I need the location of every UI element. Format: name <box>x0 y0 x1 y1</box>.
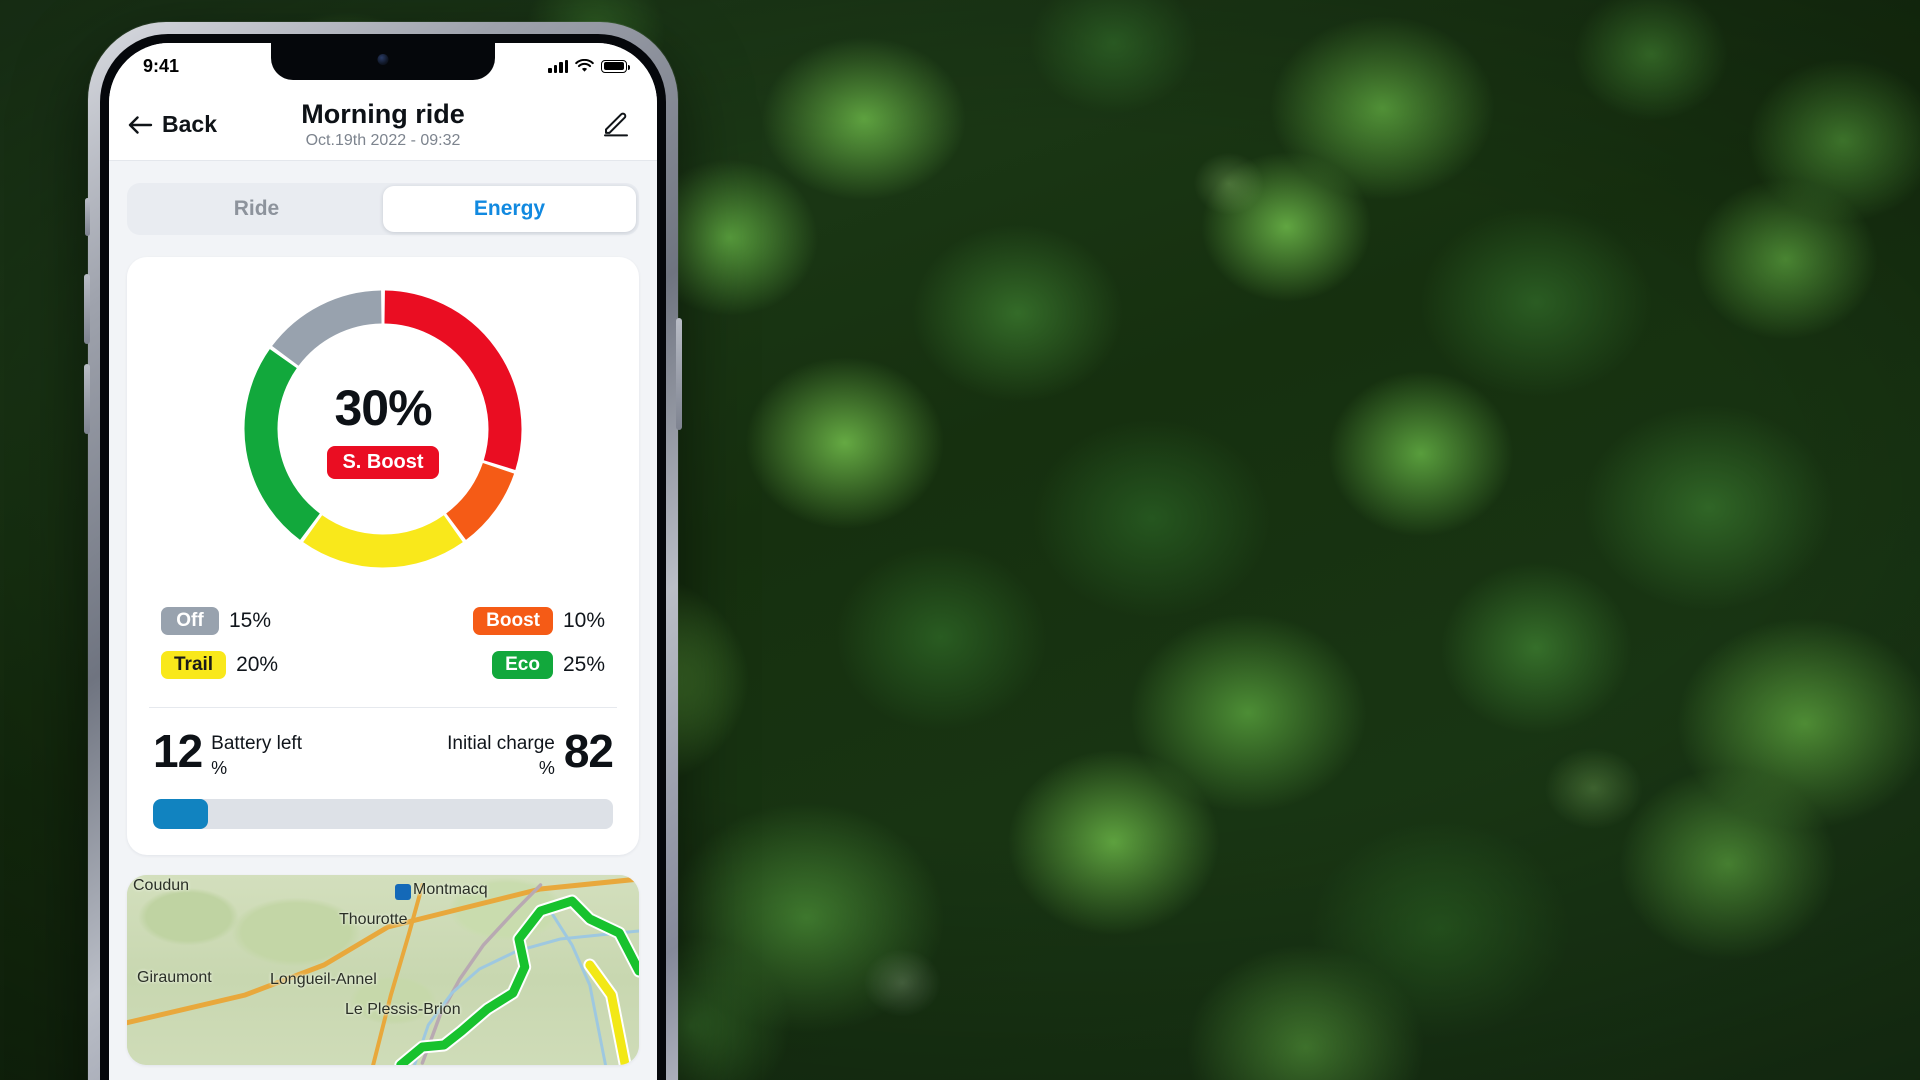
status-bar-indicators <box>548 59 630 73</box>
donut-chart-wrap: 30% S. Boost <box>127 273 639 581</box>
map-label-montmacq: Montmacq <box>413 880 488 898</box>
battery-initial-unit: % <box>538 757 555 778</box>
phone-volume-up-button[interactable] <box>84 274 90 344</box>
battery-icon <box>601 59 630 73</box>
wifi-icon <box>575 59 594 72</box>
back-button[interactable]: Back <box>127 111 217 138</box>
legend-chip-trail: Trail <box>161 651 227 679</box>
legend-chip-eco: Eco <box>492 651 553 679</box>
battery-initial-value: 82 <box>563 725 614 777</box>
pencil-edit-icon <box>604 112 628 137</box>
battery-initial-label: Initial charge <box>447 733 555 754</box>
battery-left-value: 12 <box>153 725 203 777</box>
phone-bezel: 9:41 Back Morning ride Oct.19th 2022 - 0… <box>100 34 666 1080</box>
back-button-label: Back <box>162 111 217 137</box>
map-label-thourotte: Thourotte <box>339 910 408 928</box>
navigation-bar: Back Morning ride Oct.19th 2022 - 09:32 <box>109 89 657 161</box>
legend-item-trail[interactable]: Trail 20% <box>161 651 383 679</box>
cellular-signal-icon <box>548 59 568 73</box>
battery-stats-row: 12 Battery left % Initial charge % 82 <box>153 725 614 779</box>
phone-notch <box>271 43 495 80</box>
battery-progress-track <box>153 798 613 829</box>
legend-item-eco[interactable]: Eco 25% <box>383 651 605 679</box>
status-bar-time: 9:41 <box>143 55 180 76</box>
legend-value-eco: 25% <box>562 653 605 676</box>
legend-chip-off: Off <box>161 607 219 635</box>
map-label-coudun: Coudun <box>133 876 190 894</box>
app-scroll-body[interactable]: Ride Energy 30% S. Boost Off 15% Boost 1… <box>109 161 657 1080</box>
legend-value-off: 15% <box>229 609 272 632</box>
legend-value-boost: 10% <box>562 609 605 632</box>
donut-center-content: 30% S. Boost <box>233 279 533 579</box>
map-canvas[interactable]: Coudun Thourotte Montmacq Giraumont Long… <box>127 874 639 1065</box>
map-start-pin-icon <box>395 883 411 900</box>
legend-value-trail: 20% <box>236 653 279 676</box>
segmented-control[interactable]: Ride Energy <box>127 183 639 235</box>
battery-progress-fill <box>153 798 209 829</box>
donut-center-mode-badge: S. Boost <box>327 446 439 479</box>
battery-section: 12 Battery left % Initial charge % 82 <box>127 708 639 855</box>
energy-card: 30% S. Boost Off 15% Boost 10% Trail 20%… <box>127 257 639 855</box>
phone-screen: 9:41 Back Morning ride Oct.19th 2022 - 0… <box>109 43 657 1080</box>
route-map-card[interactable]: Coudun Thourotte Montmacq Giraumont Long… <box>127 874 639 1065</box>
arrow-left-icon <box>128 115 153 134</box>
edit-button[interactable] <box>601 107 631 142</box>
battery-left-label: Battery left <box>211 733 302 754</box>
energy-donut-chart: 30% S. Boost <box>233 279 533 579</box>
map-labels: Coudun Thourotte Montmacq Giraumont Long… <box>127 875 639 1065</box>
phone-power-button[interactable] <box>676 318 682 430</box>
tab-energy[interactable]: Energy <box>383 186 636 232</box>
phone-mockup: 9:41 Back Morning ride Oct.19th 2022 - 0… <box>84 22 682 1080</box>
map-label-le-plessis-brion: Le Plessis-Brion <box>345 1000 461 1018</box>
tab-ride[interactable]: Ride <box>130 186 383 232</box>
phone-silent-switch[interactable] <box>85 198 90 236</box>
donut-center-value: 30% <box>334 380 432 436</box>
legend-item-boost[interactable]: Boost 10% <box>383 607 605 635</box>
battery-initial-meta: Initial charge % <box>447 730 555 779</box>
legend-chip-boost: Boost <box>473 607 553 635</box>
battery-left-meta: Battery left % <box>211 730 302 779</box>
battery-left-stat: 12 Battery left % <box>153 725 302 779</box>
front-camera-icon <box>377 54 389 65</box>
map-label-giraumont: Giraumont <box>137 968 212 986</box>
map-label-longueil-annel: Longueil-Annel <box>270 970 377 988</box>
energy-legend: Off 15% Boost 10% Trail 20% Eco 25% <box>127 581 639 707</box>
phone-volume-down-button[interactable] <box>84 364 90 434</box>
battery-initial-stat: Initial charge % 82 <box>447 725 614 779</box>
battery-left-unit: % <box>211 757 228 778</box>
legend-item-off[interactable]: Off 15% <box>161 607 383 635</box>
